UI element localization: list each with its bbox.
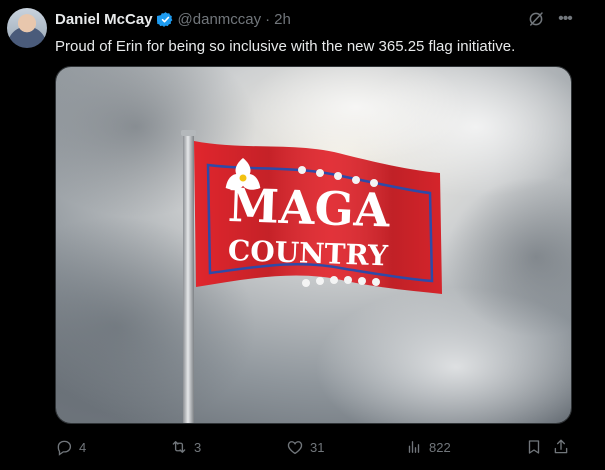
flag-line-maga: MAGA <box>227 178 392 238</box>
bookmark-button[interactable] <box>525 436 543 458</box>
repost-icon <box>172 441 186 453</box>
views-icon <box>408 441 420 453</box>
reply-count: 4 <box>79 439 87 455</box>
share-button[interactable] <box>552 436 570 458</box>
verified-badge-icon <box>156 11 172 27</box>
tweet-header: Daniel McCay @danmccay · 2h <box>55 8 291 30</box>
bookmark-icon <box>528 440 540 454</box>
flag-line-country: COUNTRY <box>227 234 389 273</box>
share-icon <box>554 439 568 454</box>
tweet-text: Proud of Erin for being so inclusive wit… <box>55 38 516 55</box>
views-count: 822 <box>429 439 451 455</box>
like-icon <box>287 441 303 455</box>
like-count: 31 <box>310 439 325 455</box>
reply-icon <box>57 440 72 456</box>
author-name[interactable]: Daniel McCay <box>55 11 153 28</box>
like-button[interactable]: 31 <box>286 436 324 458</box>
repost-count: 3 <box>194 439 202 455</box>
avatar[interactable] <box>7 8 47 48</box>
timestamp[interactable]: 2h <box>274 11 291 28</box>
flag-pole <box>183 133 194 423</box>
repost-button[interactable]: 3 <box>170 436 201 458</box>
author-handle[interactable]: @danmccay <box>178 11 262 28</box>
more-icon[interactable]: ••• <box>556 10 574 28</box>
separator-dot: · <box>265 10 271 28</box>
reply-button[interactable]: 4 <box>55 436 86 458</box>
media-image[interactable]: MAGA COUNTRY <box>55 66 572 424</box>
grok-icon[interactable] <box>527 10 545 28</box>
tweet[interactable]: Daniel McCay @danmccay · 2h ••• Proud of… <box>0 0 605 470</box>
views-button[interactable]: 822 <box>405 436 451 458</box>
action-bar: 4 3 31 822 <box>55 436 575 458</box>
